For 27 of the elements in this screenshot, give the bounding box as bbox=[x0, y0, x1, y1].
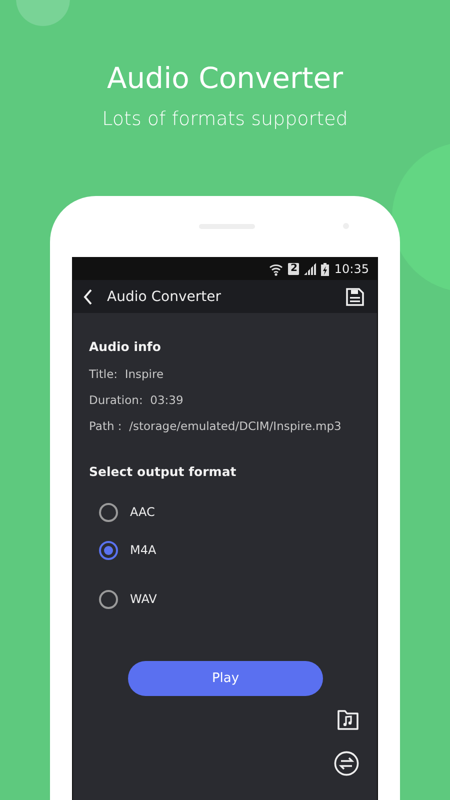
battery-icon bbox=[321, 262, 330, 276]
section-heading: Audio info bbox=[89, 338, 162, 356]
music-folder-icon[interactable] bbox=[337, 709, 359, 731]
info-row-text: Path : /storage/emulated/DCIM/Inspire.mp3 bbox=[89, 418, 342, 435]
format-option[interactable]: M4A bbox=[89, 531, 359, 569]
option-label: AAC bbox=[130, 505, 155, 519]
info-row-text: Duration: 03:39 bbox=[89, 392, 184, 409]
section-heading: Select output format bbox=[89, 463, 238, 481]
save-icon[interactable] bbox=[346, 288, 364, 306]
sim-badge: 2 bbox=[288, 263, 300, 275]
clock: 10:35 bbox=[334, 262, 369, 276]
radio-button[interactable] bbox=[99, 590, 118, 608]
radio-button[interactable] bbox=[99, 502, 118, 522]
info-row-text: Title: Inspire bbox=[89, 366, 165, 383]
back-icon[interactable] bbox=[83, 288, 93, 304]
swap-icon[interactable] bbox=[334, 751, 359, 776]
headline: Audio Converter bbox=[106, 60, 344, 96]
format-option[interactable]: WAV bbox=[89, 580, 359, 618]
subheadline: Lots of formats supported bbox=[101, 107, 349, 132]
radio-button[interactable] bbox=[99, 540, 118, 560]
option-label: M4A bbox=[130, 543, 156, 557]
screen-title: Audio Converter bbox=[107, 288, 222, 304]
play-button[interactable]: Play bbox=[128, 661, 323, 696]
signal-icon bbox=[304, 263, 316, 275]
option-label: WAV bbox=[130, 592, 157, 606]
format-option[interactable]: AAC bbox=[89, 493, 359, 531]
wifi-icon bbox=[269, 262, 284, 276]
